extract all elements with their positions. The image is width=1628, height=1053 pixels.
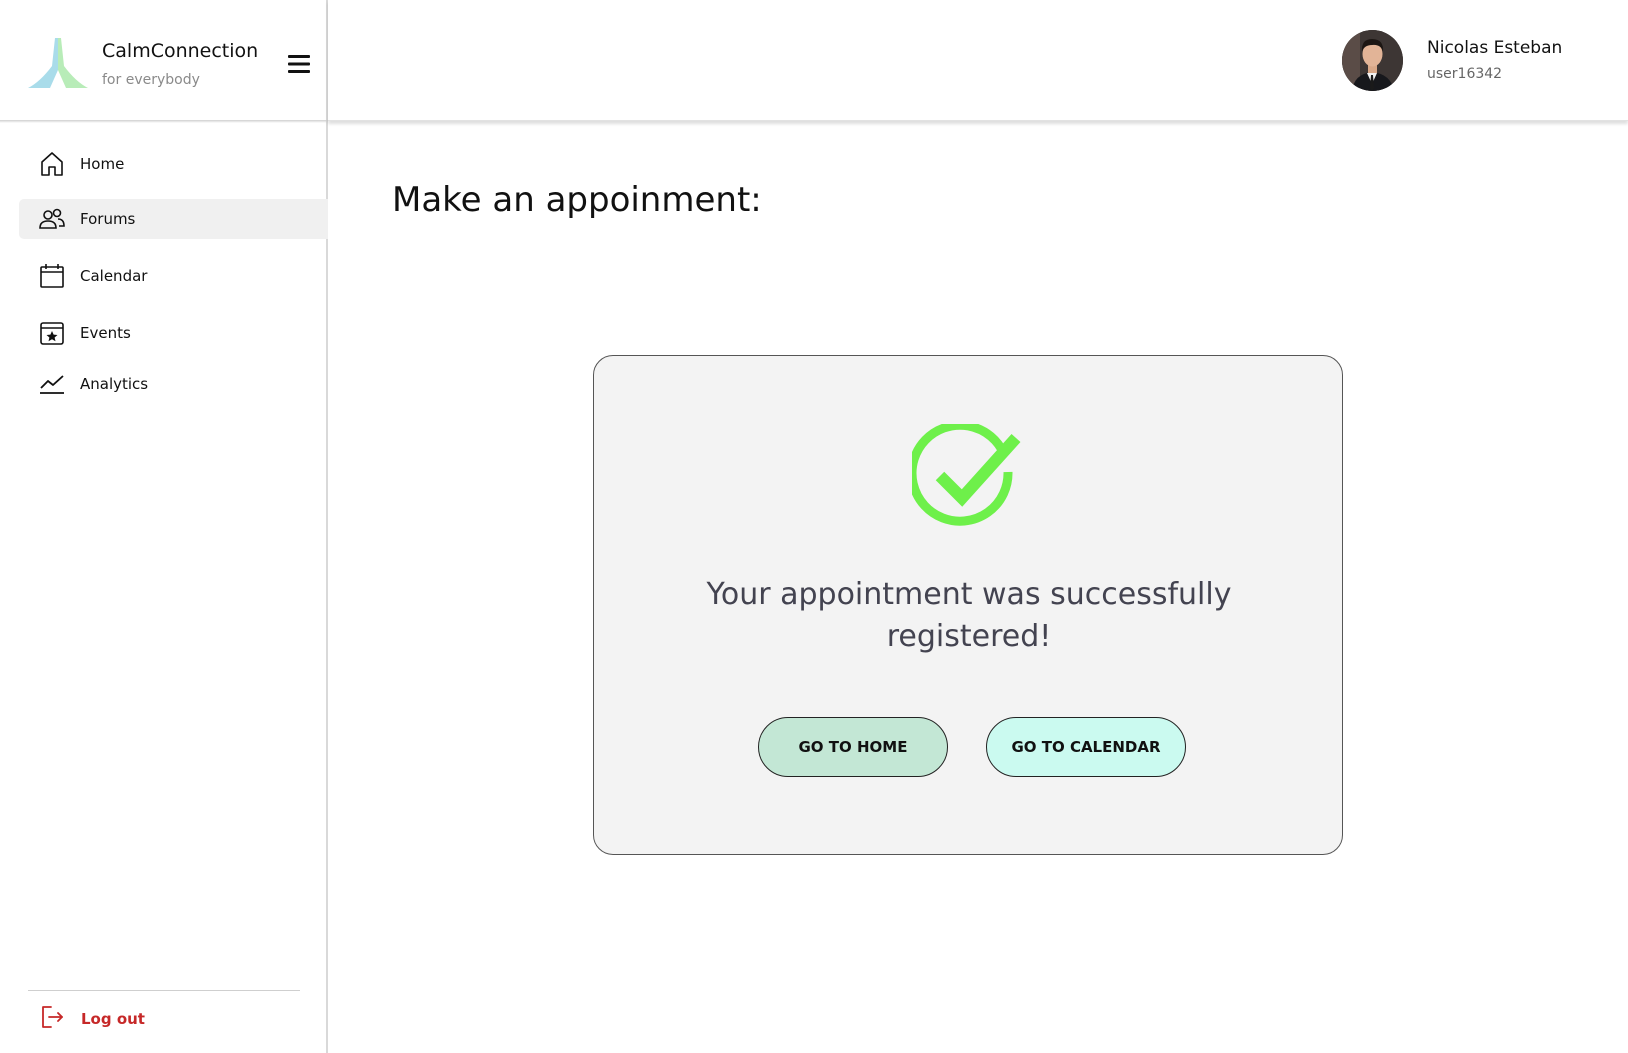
- analytics-icon: [39, 371, 65, 397]
- home-icon: [39, 151, 65, 177]
- sidebar-item-label: Calendar: [80, 267, 148, 285]
- user-profile[interactable]: Nicolas Esteban user16342: [1342, 30, 1602, 92]
- user-id: user16342: [1427, 66, 1503, 82]
- brand-name: CalmConnection: [102, 40, 259, 62]
- hamburger-icon: [288, 55, 310, 73]
- go-to-calendar-button[interactable]: GO TO CALENDAR: [986, 717, 1186, 777]
- logout-icon: [40, 1004, 66, 1034]
- avatar[interactable]: [1342, 30, 1403, 91]
- users-icon: [39, 206, 65, 232]
- divider: [28, 990, 300, 991]
- sidebar-nav: Home Forums Calendar Events Analytics: [19, 144, 328, 404]
- sidebar-item-forums[interactable]: Forums: [19, 199, 328, 239]
- sidebar-item-label: Home: [80, 155, 125, 173]
- sidebar-item-calendar[interactable]: Calendar: [19, 256, 328, 296]
- brand-tagline: for everybody: [102, 72, 200, 88]
- go-to-home-button[interactable]: GO TO HOME: [758, 717, 948, 777]
- page-title: Make an appoinment:: [392, 180, 762, 220]
- user-name: Nicolas Esteban: [1427, 38, 1563, 58]
- sidebar-item-label: Analytics: [80, 375, 149, 393]
- sidebar-item-label: Events: [80, 324, 131, 342]
- success-message-line1: Your appointment was successfully: [706, 577, 1232, 612]
- top-header: Nicolas Esteban user16342: [328, 0, 1628, 121]
- success-message-line2: registered!: [886, 619, 1052, 654]
- success-card: Your appointment was successfully regist…: [593, 355, 1343, 855]
- success-message: Your appointment was successfully regist…: [654, 574, 1284, 658]
- logout-label: Log out: [81, 1010, 145, 1028]
- sidebar-item-label: Forums: [80, 210, 136, 228]
- sidebar-item-home[interactable]: Home: [19, 144, 328, 184]
- star-calendar-icon: [39, 320, 65, 346]
- hamburger-menu-button[interactable]: [284, 50, 314, 78]
- sidebar-item-analytics[interactable]: Analytics: [19, 364, 328, 404]
- logout-button[interactable]: Log out: [40, 1004, 145, 1034]
- sidebar: CalmConnection for everybody Home Forums…: [0, 0, 328, 1053]
- success-check-icon: [912, 424, 1021, 526]
- sidebar-header-divider: [0, 120, 328, 123]
- brand[interactable]: CalmConnection for everybody: [28, 36, 318, 92]
- sidebar-item-events[interactable]: Events: [19, 313, 328, 353]
- calmconnection-logo: [28, 38, 88, 88]
- calendar-icon: [39, 263, 65, 289]
